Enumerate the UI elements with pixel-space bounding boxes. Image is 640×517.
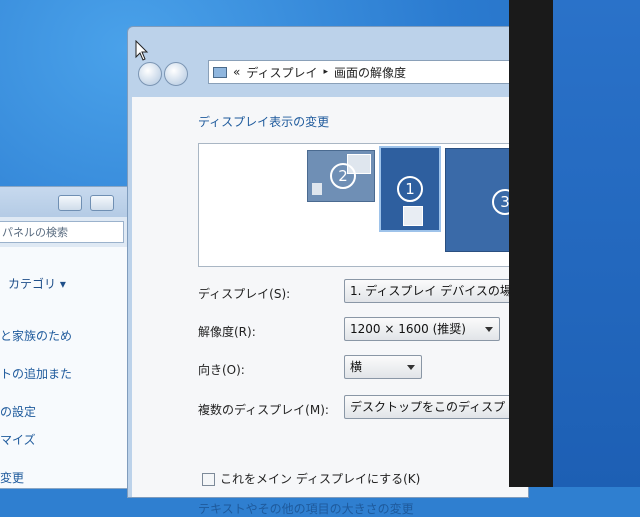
control-panel-titlebar[interactable]	[0, 187, 128, 217]
control-panel-link[interactable]: マイズ	[0, 431, 36, 448]
monitor-1-grid-icon	[403, 206, 423, 226]
breadcrumb-screen-resolution[interactable]: 画面の解像度	[334, 64, 406, 81]
display-arrangement-preview[interactable]: 2 1 3	[198, 143, 520, 267]
resolution-select[interactable]: 1200 × 1600 (推奨)	[344, 317, 500, 341]
display-select[interactable]: 1. ディスプレイ デバイスの場	[344, 279, 534, 303]
view-by-category-link[interactable]: カテゴリ ▾	[8, 275, 66, 292]
forward-button[interactable]	[164, 62, 188, 86]
multiple-displays-label: 複数のディスプレイ(M):	[198, 403, 329, 417]
content-pane: ディスプレイ表示の変更 2 1 3 ディスプレイ(S): 1. ディスプレイ デ…	[132, 97, 534, 516]
monitor-2-taskbar-icon	[312, 183, 322, 195]
control-panel-link[interactable]: の設定	[0, 403, 36, 420]
orientation-label: 向き(O):	[198, 363, 245, 377]
control-panel-link[interactable]: トの追加また	[0, 365, 72, 382]
breadcrumb-display[interactable]: ディスプレイ	[246, 64, 317, 81]
maximize-button[interactable]	[90, 195, 114, 211]
breadcrumb-separator-icon[interactable]: ▸	[324, 67, 329, 77]
chevron-down-icon	[407, 365, 415, 370]
multiple-displays-select[interactable]: デスクトップをこのディスプ	[344, 395, 534, 419]
address-bar[interactable]: « ディスプレイ ▸ 画面の解像度	[208, 60, 528, 84]
monitor-2[interactable]: 2	[307, 150, 375, 202]
orientation-select[interactable]: 横	[344, 355, 422, 379]
adjacent-screen	[553, 0, 640, 487]
back-button[interactable]	[138, 62, 162, 86]
orientation-value: 横	[350, 360, 363, 374]
page-title: ディスプレイ表示の変更	[198, 115, 330, 129]
main-display-checkbox[interactable]	[202, 473, 215, 486]
control-panel-link[interactable]: 変更	[0, 469, 24, 486]
monitor-1[interactable]: 1	[379, 146, 441, 232]
resolution-value: 1200 × 1600 (推奨)	[350, 322, 466, 336]
display-label: ディスプレイ(S):	[198, 287, 291, 301]
control-panel-link[interactable]: と家族のため	[0, 327, 72, 344]
mouse-pointer-icon	[135, 40, 149, 61]
monitor-2-number: 2	[330, 163, 356, 189]
minimize-button[interactable]	[58, 195, 82, 211]
screen-resolution-window[interactable]: « ディスプレイ ▸ 画面の解像度 ディスプレイ表示の変更 2 1 3 ディスプ…	[127, 26, 534, 516]
text-size-link[interactable]: テキストやその他の項目の大きさの変更	[198, 500, 414, 517]
monitor-bezel	[509, 0, 553, 487]
control-panel-search-input[interactable]: パネルの検索	[0, 221, 124, 243]
main-display-checkbox-label[interactable]: これをメイン ディスプレイにする(K)	[220, 470, 420, 487]
resolution-label: 解像度(R):	[198, 325, 256, 339]
display-icon	[213, 66, 227, 78]
control-panel-window[interactable]: パネルの検索 カテゴリ ▾ と家族のため トの追加また の設定 マイズ 変更	[0, 186, 129, 489]
chevron-down-icon	[485, 327, 493, 332]
monitor-1-number: 1	[397, 176, 423, 202]
navigation-buttons	[136, 60, 192, 86]
breadcrumb-overflow[interactable]: «	[233, 65, 240, 79]
